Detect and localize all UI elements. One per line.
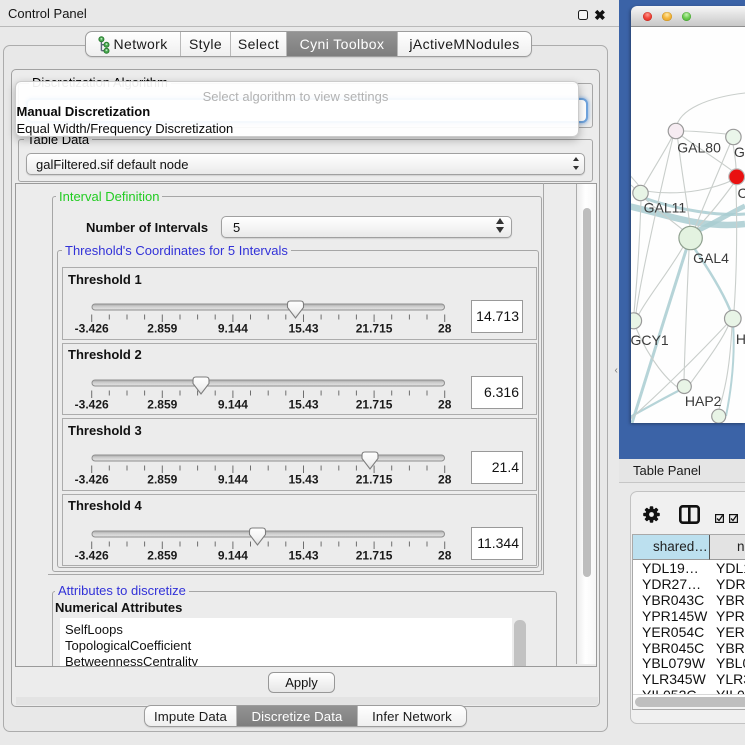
svg-text:15.43: 15.43	[288, 322, 318, 336]
svg-text:CY: CY	[738, 185, 745, 201]
svg-text:21.715: 21.715	[356, 473, 393, 487]
svg-text:GAL: GAL	[734, 144, 745, 160]
svg-text:GCY1: GCY1	[631, 332, 669, 348]
svg-text:9.144: 9.144	[218, 397, 248, 411]
svg-text:28: 28	[438, 548, 452, 562]
svg-text:9.144: 9.144	[218, 473, 248, 487]
svg-text:21.715: 21.715	[356, 322, 393, 336]
svg-text:9.144: 9.144	[218, 322, 248, 336]
svg-text:-3.426: -3.426	[75, 397, 109, 411]
svg-text:GAL11: GAL11	[644, 200, 687, 216]
svg-text:GAL80: GAL80	[677, 140, 721, 156]
svg-text:21.715: 21.715	[356, 548, 393, 562]
svg-text:2.859: 2.859	[147, 322, 177, 336]
svg-text:15.43: 15.43	[288, 397, 318, 411]
svg-text:21.715: 21.715	[356, 397, 393, 411]
svg-text:2.859: 2.859	[147, 397, 177, 411]
svg-text:2.859: 2.859	[147, 548, 177, 562]
svg-text:-3.426: -3.426	[75, 473, 109, 487]
svg-text:28: 28	[438, 397, 452, 411]
svg-text:HI: HI	[736, 331, 745, 347]
svg-text:HAP2: HAP2	[685, 393, 722, 409]
svg-text:28: 28	[438, 322, 452, 336]
svg-text:-3.426: -3.426	[75, 548, 109, 562]
svg-text:15.43: 15.43	[288, 548, 318, 562]
svg-text:9.144: 9.144	[218, 548, 248, 562]
svg-text:GAL4: GAL4	[693, 250, 729, 266]
svg-text:-3.426: -3.426	[75, 322, 109, 336]
svg-text:15.43: 15.43	[288, 473, 318, 487]
svg-text:28: 28	[438, 473, 452, 487]
svg-text:2.859: 2.859	[147, 473, 177, 487]
